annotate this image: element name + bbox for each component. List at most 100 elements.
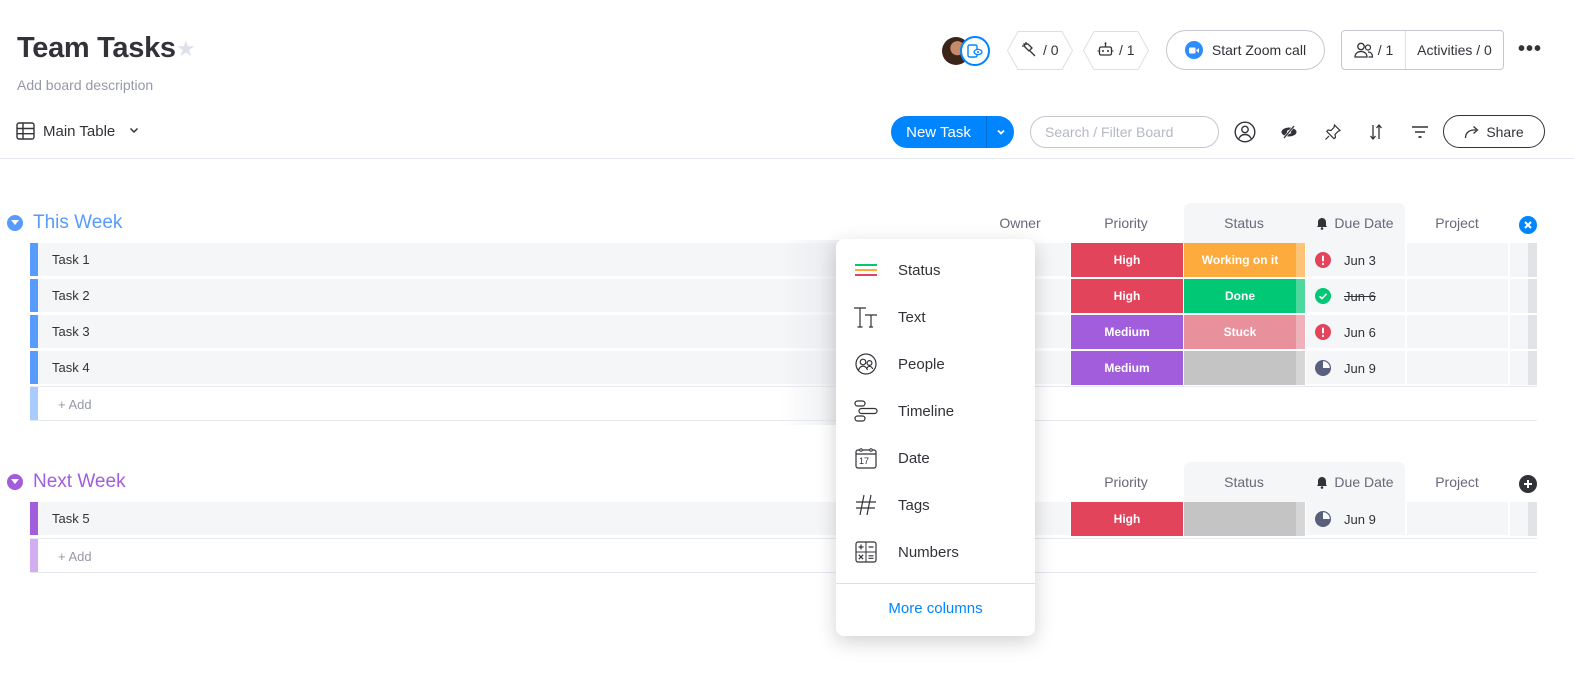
members-count: / 1	[1377, 42, 1394, 58]
integrations-button[interactable]: / 0	[1007, 31, 1073, 70]
menu-item-people[interactable]: People	[836, 344, 1035, 384]
project-cell[interactable]	[1405, 279, 1508, 313]
menu-item-label: Tags	[898, 496, 930, 514]
column-header-priority[interactable]: Priority	[1070, 474, 1182, 490]
project-cell[interactable]	[1405, 351, 1508, 385]
priority-cell[interactable]: Medium	[1070, 351, 1183, 385]
due-date-header-label: Due Date	[1334, 474, 1394, 490]
column-header-due-date[interactable]: Due Date	[1305, 215, 1405, 231]
due-date-cell[interactable]: Jun 6	[1305, 315, 1405, 349]
priority-cell[interactable]: High	[1070, 243, 1183, 277]
column-header-owner[interactable]: Owner	[990, 215, 1050, 231]
status-cell[interactable]: Working on it	[1183, 243, 1305, 277]
table-row[interactable]: Task 5 High Jun 9	[30, 502, 1537, 536]
project-cell[interactable]	[1405, 502, 1508, 536]
status-icon	[853, 257, 879, 283]
add-column-cell	[1508, 243, 1537, 277]
activities-button[interactable]: Activities / 0	[1406, 42, 1503, 58]
numbers-icon	[853, 539, 879, 565]
item-name[interactable]: Task 5	[52, 511, 90, 526]
more-options-icon[interactable]: •••	[1518, 38, 1542, 61]
members-button[interactable]: / 1	[1342, 31, 1406, 69]
status-cell[interactable]: Done	[1183, 279, 1305, 313]
due-date-cell[interactable]: Jun 9	[1305, 351, 1405, 385]
group-color-bar	[30, 279, 38, 312]
menu-item-numbers[interactable]: Numbers	[836, 532, 1035, 572]
group-collapse-toggle[interactable]	[7, 215, 23, 231]
search-input[interactable]	[1030, 116, 1219, 148]
start-zoom-call-button[interactable]: Start Zoom call	[1166, 30, 1325, 70]
project-cell[interactable]	[1405, 315, 1508, 349]
status-cell[interactable]	[1183, 502, 1305, 536]
filter-icon	[1412, 126, 1428, 138]
hide-columns-button[interactable]	[1277, 120, 1301, 144]
more-columns-link[interactable]: More columns	[836, 600, 1035, 617]
automations-button[interactable]: / 1	[1083, 31, 1149, 70]
column-header-due-date[interactable]: Due Date	[1305, 474, 1405, 490]
add-item-label[interactable]: + Add	[58, 397, 92, 412]
group-title[interactable]: Next Week	[33, 471, 126, 493]
group-collapse-toggle[interactable]	[7, 474, 23, 490]
due-date-cell[interactable]: Jun 3	[1305, 243, 1405, 277]
pin-button[interactable]	[1321, 120, 1345, 144]
project-cell[interactable]	[1405, 243, 1508, 277]
board-viewers-button[interactable]	[960, 36, 990, 66]
priority-cell[interactable]: Medium	[1070, 315, 1183, 349]
new-task-label[interactable]: New Task	[891, 116, 986, 148]
item-name[interactable]: Task 2	[52, 288, 90, 303]
chevron-down-icon[interactable]	[128, 124, 140, 136]
check-icon	[1315, 288, 1331, 304]
due-date-value: Jun 9	[1344, 360, 1376, 376]
add-column-cell	[1508, 315, 1537, 349]
integrations-count: / 0	[1043, 41, 1059, 58]
filter-button[interactable]	[1408, 120, 1432, 144]
status-cell[interactable]	[1183, 351, 1305, 385]
due-date-value: Jun 6	[1344, 324, 1376, 340]
board-description[interactable]: Add board description	[17, 77, 153, 93]
calendar-day: 17	[859, 456, 870, 466]
add-column-button[interactable]	[1519, 475, 1537, 493]
group-title[interactable]: This Week	[33, 212, 122, 234]
menu-item-timeline[interactable]: Timeline	[836, 391, 1035, 431]
share-button[interactable]: Share	[1443, 115, 1545, 148]
due-date-cell[interactable]: Jun 9	[1305, 502, 1405, 536]
sort-button[interactable]	[1364, 120, 1388, 144]
item-name[interactable]: Task 4	[52, 360, 90, 375]
person-filter-button[interactable]	[1233, 120, 1257, 144]
hashtag-icon	[853, 492, 879, 518]
menu-item-tags[interactable]: Tags	[836, 485, 1035, 525]
add-column-cell	[1508, 351, 1537, 385]
chevron-down-icon	[996, 129, 1005, 135]
group-color-bar	[30, 387, 38, 420]
item-name[interactable]: Task 3	[52, 324, 90, 339]
add-item-row[interactable]: + Add	[30, 538, 1537, 573]
new-task-button[interactable]: New Task	[891, 116, 1014, 148]
new-task-dropdown[interactable]	[986, 116, 1014, 148]
close-column-menu-button[interactable]	[1519, 216, 1537, 234]
group-color-bar	[30, 539, 38, 572]
star-icon[interactable]: ★	[176, 38, 198, 60]
group-color-bar	[30, 243, 38, 276]
column-header-status[interactable]: Status	[1184, 215, 1304, 231]
item-name[interactable]: Task 1	[52, 252, 90, 267]
due-date-cell[interactable]: Jun 6	[1305, 279, 1405, 313]
zoom-call-label: Start Zoom call	[1211, 42, 1307, 58]
priority-cell[interactable]: High	[1070, 502, 1183, 536]
priority-label: High	[1113, 512, 1141, 526]
column-header-status[interactable]: Status	[1184, 474, 1304, 490]
menu-item-date[interactable]: 17 Date	[836, 438, 1035, 478]
view-selector[interactable]: Main Table	[43, 123, 115, 140]
column-header-project[interactable]: Project	[1407, 474, 1507, 490]
menu-item-text[interactable]: Text	[836, 297, 1035, 337]
status-cell-edge	[1296, 315, 1305, 349]
menu-item-status[interactable]: Status	[836, 250, 1035, 290]
column-header-project[interactable]: Project	[1407, 215, 1507, 231]
share-arrow-icon	[1465, 125, 1479, 138]
priority-cell[interactable]: High	[1070, 279, 1183, 313]
board-title[interactable]: Team Tasks	[17, 32, 176, 65]
status-cell[interactable]: Stuck	[1183, 315, 1305, 349]
add-item-label[interactable]: + Add	[58, 549, 92, 564]
clock-progress-icon	[1315, 360, 1331, 376]
alert-icon	[1315, 252, 1331, 268]
column-header-priority[interactable]: Priority	[1070, 215, 1182, 231]
